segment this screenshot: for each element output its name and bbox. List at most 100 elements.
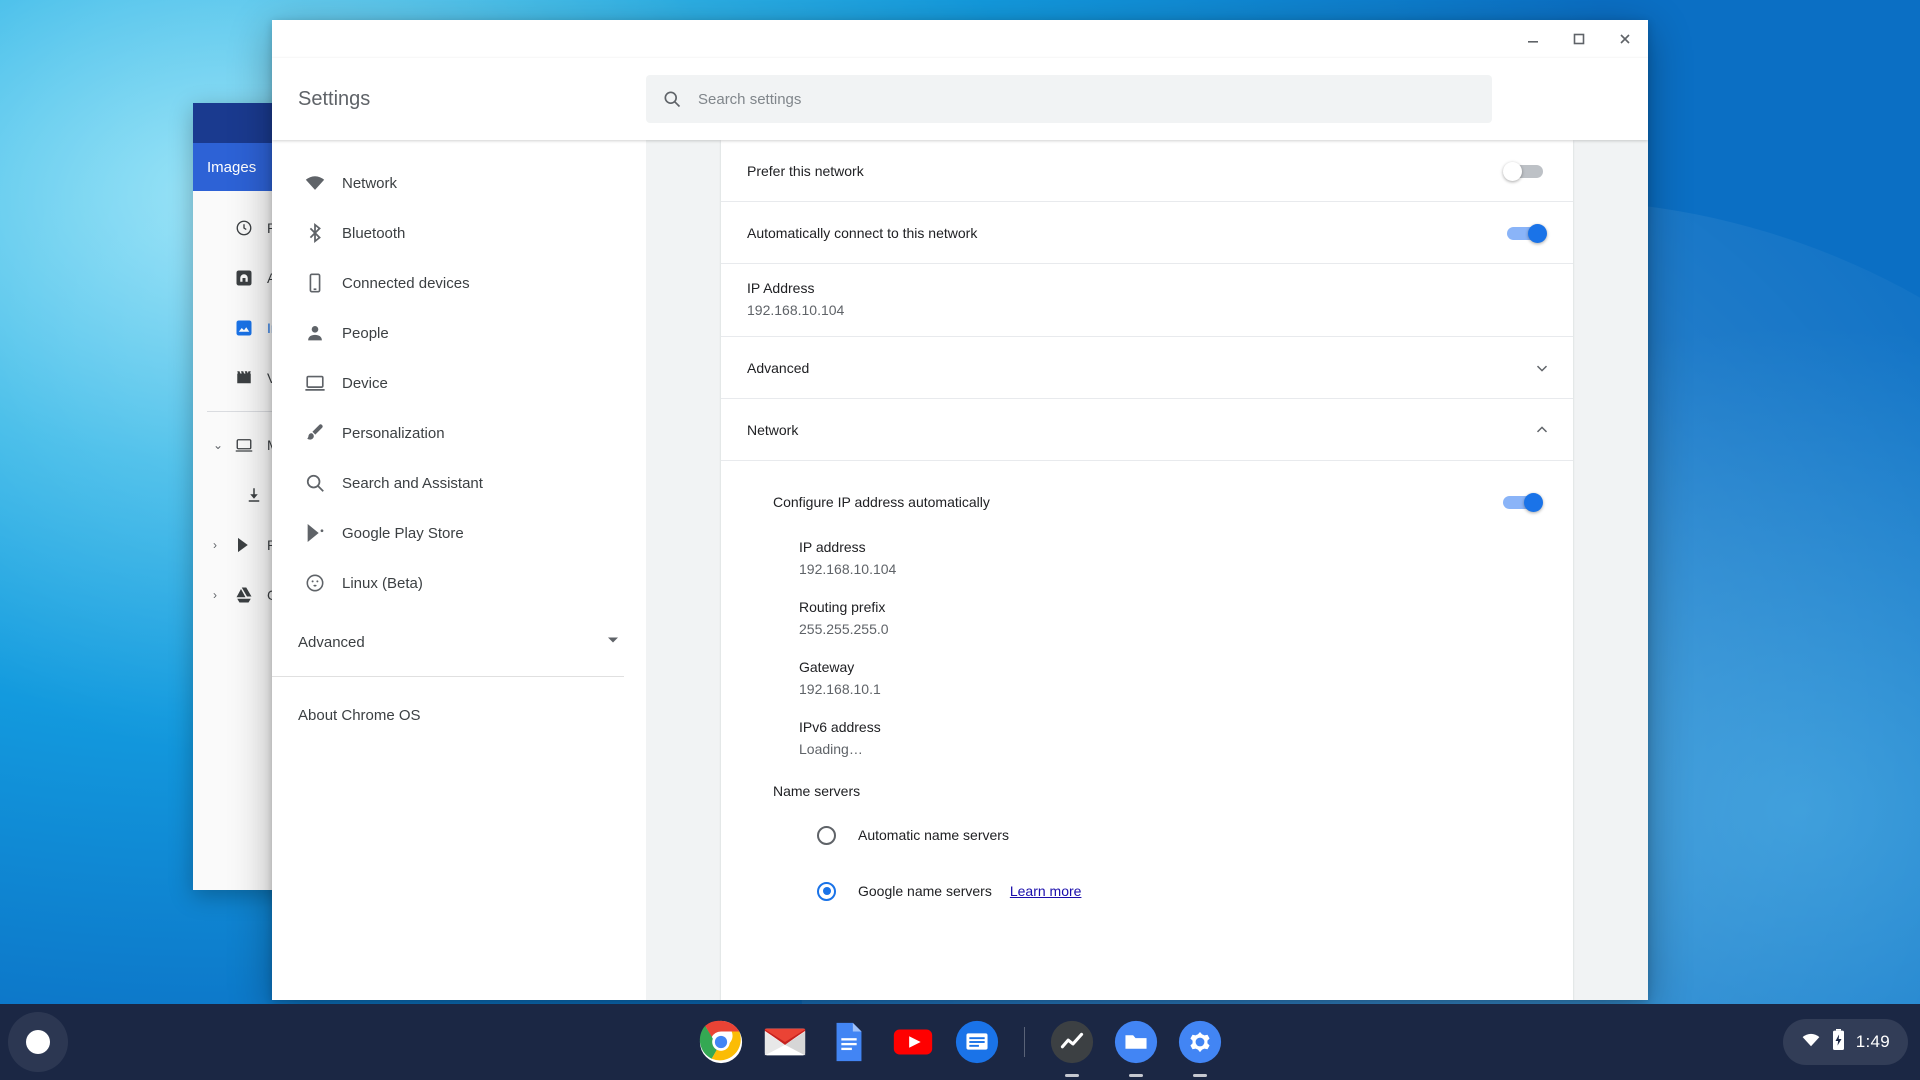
network-detail-card: Prefer this network Automatically connec… xyxy=(721,140,1573,1000)
battery-charging-icon xyxy=(1831,1028,1846,1056)
chevron-down-icon[interactable] xyxy=(1533,359,1551,377)
video-icon xyxy=(231,366,257,390)
sidebar-item-device[interactable]: Device xyxy=(272,358,646,408)
field-value: 255.255.255.0 xyxy=(799,621,889,637)
sidebar-item-label: Linux (Beta) xyxy=(342,574,423,592)
shelf-app-docs[interactable] xyxy=(826,1019,872,1065)
sidebar-item-google-play-store[interactable]: Google Play Store xyxy=(272,508,646,558)
settings-header: Settings xyxy=(272,58,1648,140)
window-titlebar[interactable] xyxy=(272,20,1648,58)
auto-connect-toggle[interactable] xyxy=(1503,223,1547,243)
radio-automatic-name-servers[interactable]: Automatic name servers xyxy=(773,807,1547,863)
prefer-network-toggle[interactable] xyxy=(1503,161,1547,181)
play-store-icon xyxy=(231,533,257,557)
sidebar-about-label: About Chrome OS xyxy=(298,706,421,724)
network-section-content: Configure IP address automatically IP ad… xyxy=(721,461,1573,919)
system-tray[interactable]: 1:49 xyxy=(1782,1019,1908,1065)
sidebar-advanced-toggle[interactable]: Advanced xyxy=(272,614,646,670)
sidebar-item-label: People xyxy=(342,324,389,342)
shelf-app-chrome[interactable] xyxy=(698,1019,744,1065)
shelf-app-youtube[interactable] xyxy=(890,1019,936,1065)
field-ip-address: IP address 192.168.10.104 xyxy=(773,529,1547,589)
section-network[interactable]: Network xyxy=(721,399,1573,461)
sidebar-item-personalization[interactable]: Personalization xyxy=(272,408,646,458)
phone-icon xyxy=(298,270,332,296)
sidebar-item-label: Bluetooth xyxy=(342,224,406,242)
chevron-down-icon[interactable] xyxy=(606,633,620,651)
sidebar-item-label: Connected devices xyxy=(342,274,470,292)
sidebar-item-network[interactable]: Network xyxy=(272,158,646,208)
chevron-up-icon[interactable] xyxy=(1533,421,1551,439)
radio-label: Automatic name servers xyxy=(858,827,1009,843)
search-box[interactable] xyxy=(646,75,1492,123)
search-input[interactable] xyxy=(698,90,1476,108)
running-indicator xyxy=(1192,1074,1207,1077)
learn-more-link[interactable]: Learn more xyxy=(1010,883,1082,899)
download-icon xyxy=(241,483,267,507)
field-label: Gateway xyxy=(799,659,855,675)
field-label: IP address xyxy=(799,539,866,555)
close-icon[interactable] xyxy=(1602,20,1648,58)
shelf-separator xyxy=(1023,1027,1025,1057)
sidebar-divider xyxy=(272,676,624,677)
clock-icon xyxy=(231,216,257,240)
toggle-knob xyxy=(1524,493,1543,512)
sidebar-item-label: Google Play Store xyxy=(342,524,464,542)
page-title: Settings xyxy=(298,87,371,110)
sidebar-item-label: Personalization xyxy=(342,424,445,442)
shelf-app-files[interactable] xyxy=(1113,1019,1159,1077)
sidebar-item-linux-beta[interactable]: Linux (Beta) xyxy=(272,558,646,608)
row-auto-connect[interactable]: Automatically connect to this network xyxy=(721,202,1573,264)
shelf: 1:49 xyxy=(0,1004,1920,1080)
bluetooth-icon xyxy=(298,220,332,246)
settings-window[interactable]: Settings Network xyxy=(272,20,1648,1000)
prefer-network-label: Prefer this network xyxy=(747,162,864,179)
maximize-icon[interactable] xyxy=(1556,20,1602,58)
field-label: Routing prefix xyxy=(799,599,886,615)
field-gateway: Gateway 192.168.10.1 xyxy=(773,649,1547,709)
clock-label: 1:49 xyxy=(1855,1032,1890,1051)
shelf-app-gmail[interactable] xyxy=(762,1019,808,1065)
brush-icon xyxy=(298,420,332,446)
person-icon xyxy=(298,320,332,346)
minimize-icon[interactable] xyxy=(1510,20,1556,58)
files-window-title: Images xyxy=(207,158,257,176)
chevron-down-icon[interactable]: ⌄ xyxy=(213,438,231,452)
section-advanced[interactable]: Advanced xyxy=(721,337,1573,399)
sidebar-item-connected-devices[interactable]: Connected devices xyxy=(272,258,646,308)
radio-google-name-servers[interactable]: Google name servers Learn more xyxy=(773,863,1547,919)
shelf-app-settings[interactable] xyxy=(1177,1019,1223,1077)
radio-button[interactable] xyxy=(817,825,836,845)
running-indicator xyxy=(1128,1074,1143,1077)
drive-icon xyxy=(231,583,257,607)
sidebar-item-bluetooth[interactable]: Bluetooth xyxy=(272,208,646,258)
sidebar-item-label: Search and Assistant xyxy=(342,474,483,492)
configure-ip-toggle[interactable] xyxy=(1499,493,1543,512)
linux-penguin-icon xyxy=(298,570,332,596)
chevron-right-icon[interactable]: › xyxy=(213,588,231,602)
shelf-app-strip xyxy=(0,1019,1920,1077)
ip-address-value: 192.168.10.104 xyxy=(747,302,845,318)
configure-ip-label: Configure IP address automatically xyxy=(773,494,990,510)
shelf-app-stocks[interactable] xyxy=(1049,1019,1095,1077)
sidebar-item-people[interactable]: People xyxy=(272,308,646,358)
row-prefer-this-network[interactable]: Prefer this network xyxy=(721,140,1573,202)
running-indicator xyxy=(1064,1074,1079,1077)
toggle-knob xyxy=(1503,161,1522,181)
name-servers-title: Name servers xyxy=(773,783,861,799)
settings-main-pane: Prefer this network Automatically connec… xyxy=(646,140,1648,1000)
row-ip-address-summary: IP Address 192.168.10.104 xyxy=(721,264,1573,337)
toggle-knob xyxy=(1528,223,1547,243)
row-configure-ip-automatically[interactable]: Configure IP address automatically xyxy=(773,475,1547,529)
chevron-right-icon[interactable]: › xyxy=(213,538,231,552)
sidebar-item-about-chrome-os[interactable]: About Chrome OS xyxy=(272,687,646,743)
field-ipv6-address: IPv6 address Loading… xyxy=(773,709,1547,769)
auto-connect-label: Automatically connect to this network xyxy=(747,224,978,241)
network-section-label: Network xyxy=(747,421,799,438)
field-label: IPv6 address xyxy=(799,719,881,735)
shelf-app-keep[interactable] xyxy=(954,1019,1000,1065)
radio-button[interactable] xyxy=(817,881,836,901)
settings-body: Network Bluetooth Connected devices Peop… xyxy=(272,140,1648,1000)
field-value: 192.168.10.1 xyxy=(799,681,881,697)
sidebar-item-search-and-assistant[interactable]: Search and Assistant xyxy=(272,458,646,508)
